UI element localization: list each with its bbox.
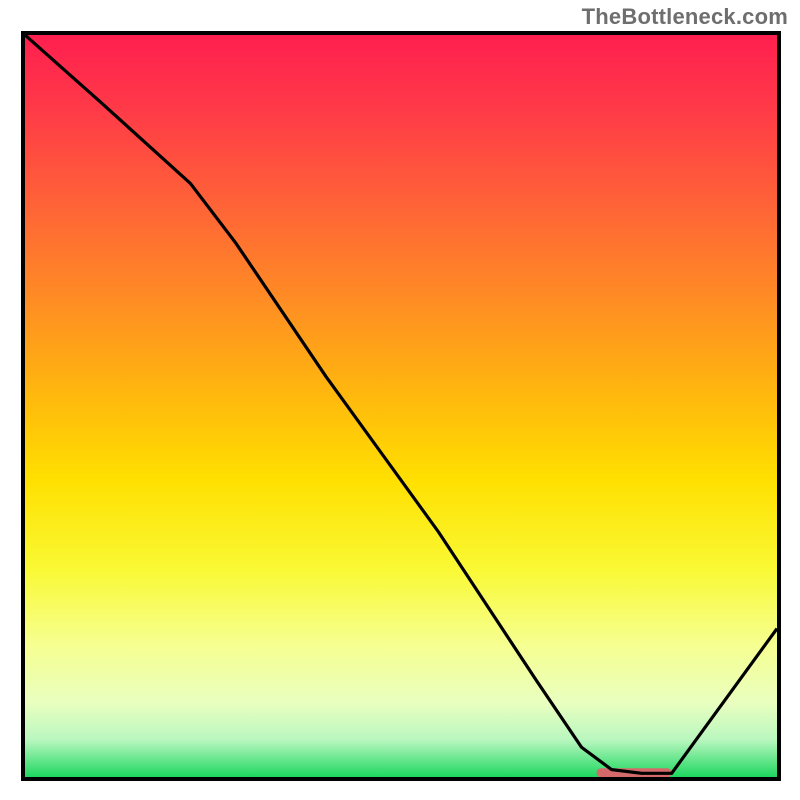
plot-area <box>21 31 781 781</box>
gradient-background <box>25 35 777 777</box>
chart-frame: TheBottleneck.com <box>0 0 800 800</box>
chart-svg <box>25 35 777 777</box>
watermark-text: TheBottleneck.com <box>582 4 788 30</box>
